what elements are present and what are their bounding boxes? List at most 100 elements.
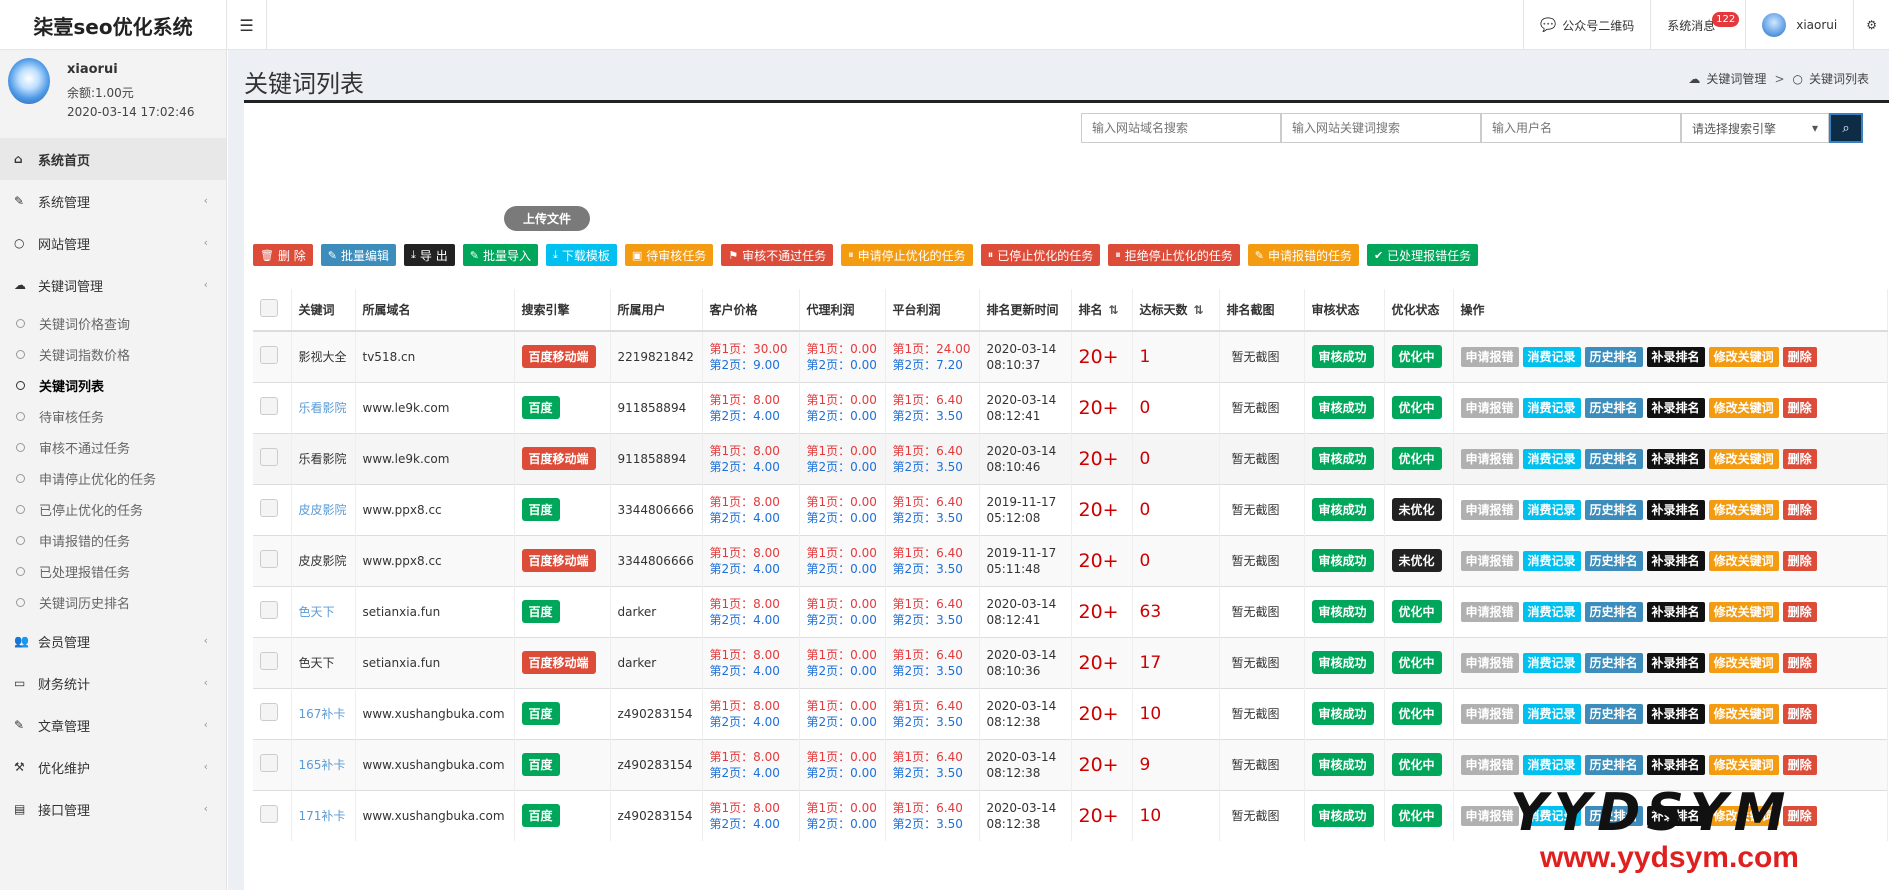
row-action-button[interactable]: 补录排名 bbox=[1646, 703, 1705, 724]
row-action-button[interactable]: 补录排名 bbox=[1646, 601, 1705, 622]
row-action-button[interactable]: 删除 bbox=[1782, 397, 1817, 418]
row-action-button[interactable]: 消费记录 bbox=[1522, 703, 1581, 724]
submenu-item[interactable]: 审核不通过任务 bbox=[0, 432, 226, 463]
row-action-button[interactable]: 修改关键词 bbox=[1708, 397, 1779, 418]
keyword-text[interactable]: 171补卡 bbox=[299, 809, 346, 823]
sidebar-item-api[interactable]: ▤ 接口管理 ‹ bbox=[0, 788, 226, 830]
row-checkbox[interactable] bbox=[260, 397, 278, 415]
row-action-button[interactable]: 申请报错 bbox=[1460, 550, 1519, 571]
row-action-button[interactable]: 消费记录 bbox=[1522, 601, 1581, 622]
row-action-button[interactable]: 补录排名 bbox=[1646, 550, 1705, 571]
domain-search-input[interactable] bbox=[1081, 113, 1281, 143]
row-checkbox[interactable] bbox=[260, 805, 278, 824]
toolbar-button[interactable]: ⏸ 拒绝停止优化的任务 bbox=[1108, 244, 1240, 266]
row-action-button[interactable]: 消费记录 bbox=[1522, 652, 1581, 673]
row-checkbox[interactable] bbox=[260, 346, 278, 365]
submenu-item[interactable]: 申请报错的任务 bbox=[0, 525, 226, 556]
rank-col-header[interactable]: 排名 ⇅ bbox=[1071, 289, 1133, 332]
system-messages-link[interactable]: 系统消息 122 bbox=[1650, 0, 1745, 50]
row-action-button[interactable]: 历史排名 bbox=[1584, 754, 1643, 775]
row-action-button[interactable]: 修改关键词 bbox=[1708, 652, 1779, 673]
row-action-button[interactable]: 历史排名 bbox=[1584, 448, 1643, 469]
row-action-button[interactable]: 历史排名 bbox=[1584, 346, 1643, 367]
keyword-search-input[interactable] bbox=[1281, 113, 1481, 143]
row-action-button[interactable]: 申请报错 bbox=[1460, 499, 1519, 520]
row-action-button[interactable]: 历史排名 bbox=[1584, 499, 1643, 520]
row-checkbox[interactable] bbox=[260, 601, 278, 619]
row-action-button[interactable]: 历史排名 bbox=[1584, 397, 1643, 418]
submenu-item[interactable]: 待审核任务 bbox=[0, 401, 226, 432]
row-action-button[interactable]: 删除 bbox=[1782, 550, 1817, 571]
toolbar-button[interactable]: ⏸ 已停止优化的任务 bbox=[980, 244, 1101, 266]
row-action-button[interactable]: 修改关键词 bbox=[1708, 703, 1779, 724]
qr-code-link[interactable]: 💬 公众号二维码 bbox=[1523, 0, 1650, 50]
sidebar-item-finance[interactable]: ▭ 财务统计 ‹ bbox=[0, 662, 226, 704]
row-action-button[interactable]: 申请报错 bbox=[1460, 346, 1519, 367]
row-action-button[interactable]: 消费记录 bbox=[1522, 499, 1581, 520]
row-action-button[interactable]: 申请报错 bbox=[1460, 601, 1519, 622]
row-action-button[interactable]: 删除 bbox=[1782, 448, 1817, 469]
keyword-text[interactable]: 乐看影院 bbox=[299, 401, 347, 415]
toolbar-button[interactable]: ⏸ 申请停止优化的任务 bbox=[841, 244, 973, 266]
engine-select[interactable]: 请选择搜索引擎 ▾ bbox=[1681, 113, 1829, 143]
row-checkbox[interactable] bbox=[260, 499, 278, 517]
row-action-button[interactable]: 申请报错 bbox=[1460, 754, 1519, 775]
row-action-button[interactable]: 修改关键词 bbox=[1708, 499, 1779, 520]
row-action-button[interactable]: 修改关键词 bbox=[1708, 346, 1779, 367]
row-action-button[interactable]: 删除 bbox=[1782, 601, 1817, 622]
toolbar-button[interactable]: ✎ 批量导入 bbox=[462, 244, 538, 266]
toolbar-button[interactable]: ⤓ 下载模板 bbox=[545, 244, 617, 266]
row-checkbox[interactable] bbox=[260, 652, 278, 670]
row-action-button[interactable]: 修改关键词 bbox=[1708, 550, 1779, 571]
row-action-button[interactable]: 删除 bbox=[1782, 703, 1817, 724]
row-action-button[interactable]: 补录排名 bbox=[1646, 499, 1705, 520]
sidebar-item-system[interactable]: ✎ 系统管理 ‹ bbox=[0, 180, 226, 222]
toolbar-button[interactable]: ✔ 已处理报错任务 bbox=[1366, 244, 1479, 266]
row-action-button[interactable]: 删除 bbox=[1782, 754, 1817, 775]
keyword-text[interactable]: 皮皮影院 bbox=[299, 503, 347, 517]
row-action-button[interactable]: 历史排名 bbox=[1584, 703, 1643, 724]
sidebar-item-website[interactable]: ○ 网站管理 ‹ bbox=[0, 222, 226, 264]
toolbar-button[interactable]: ⚑ 审核不通过任务 bbox=[721, 244, 834, 266]
submenu-item[interactable]: 申请停止优化的任务 bbox=[0, 463, 226, 494]
row-action-button[interactable]: 申请报错 bbox=[1460, 652, 1519, 673]
sidebar-item-members[interactable]: 👥 会员管理 ‹ bbox=[0, 620, 226, 662]
row-action-button[interactable]: 消费记录 bbox=[1522, 397, 1581, 418]
keyword-text[interactable]: 167补卡 bbox=[299, 707, 346, 721]
toolbar-button[interactable]: ⤓ 导 出 bbox=[404, 244, 455, 266]
breadcrumb-item[interactable]: 关键词管理 bbox=[1706, 70, 1766, 87]
row-action-button[interactable]: 消费记录 bbox=[1522, 346, 1581, 367]
days-col-header[interactable]: 达标天数 ⇅ bbox=[1132, 289, 1220, 332]
row-action-button[interactable]: 补录排名 bbox=[1646, 346, 1705, 367]
row-checkbox[interactable] bbox=[260, 448, 278, 466]
row-action-button[interactable]: 消费记录 bbox=[1522, 448, 1581, 469]
toolbar-button[interactable]: ✎ 批量编辑 bbox=[320, 244, 397, 266]
row-checkbox[interactable] bbox=[260, 754, 278, 772]
row-checkbox[interactable] bbox=[260, 703, 278, 721]
submenu-item-active[interactable]: 关键词列表 bbox=[0, 370, 226, 401]
row-action-button[interactable]: 补录排名 bbox=[1646, 397, 1705, 418]
row-action-button[interactable]: 历史排名 bbox=[1584, 601, 1643, 622]
row-action-button[interactable]: 删除 bbox=[1782, 499, 1817, 520]
keyword-text[interactable]: 165补卡 bbox=[299, 758, 346, 772]
submenu-item[interactable]: 已处理报错任务 bbox=[0, 556, 226, 587]
upload-file-button[interactable]: 上传文件 bbox=[504, 206, 590, 231]
user-menu[interactable]: xiaorui bbox=[1745, 0, 1853, 50]
sidebar-item-articles[interactable]: ✎ 文章管理 ‹ bbox=[0, 704, 226, 746]
row-action-button[interactable]: 消费记录 bbox=[1522, 550, 1581, 571]
submenu-item[interactable]: 关键词历史排名 bbox=[0, 587, 226, 618]
row-action-button[interactable]: 删除 bbox=[1782, 652, 1817, 673]
row-action-button[interactable]: 删除 bbox=[1782, 346, 1817, 367]
sidebar-item-maintenance[interactable]: ⚒ 优化维护 ‹ bbox=[0, 746, 226, 788]
row-action-button[interactable]: 消费记录 bbox=[1522, 754, 1581, 775]
row-action-button[interactable]: 修改关键词 bbox=[1708, 601, 1779, 622]
row-action-button[interactable]: 修改关键词 bbox=[1708, 448, 1779, 469]
row-action-button[interactable]: 补录排名 bbox=[1646, 652, 1705, 673]
row-checkbox[interactable] bbox=[260, 550, 278, 568]
sidebar-item-keywords[interactable]: ☁ 关键词管理 ‹ bbox=[0, 264, 226, 306]
row-action-button[interactable]: 补录排名 bbox=[1646, 448, 1705, 469]
row-action-button[interactable]: 申请报错 bbox=[1460, 448, 1519, 469]
row-action-button[interactable]: 历史排名 bbox=[1584, 652, 1643, 673]
settings-button[interactable]: ⚙ bbox=[1853, 0, 1889, 50]
app-title[interactable]: 柒壹seo优化系统 bbox=[0, 0, 227, 50]
